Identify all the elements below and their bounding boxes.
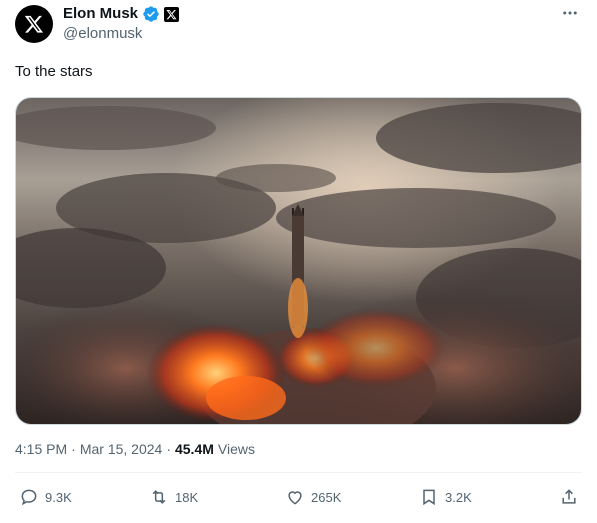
heart-icon xyxy=(288,491,302,505)
repost-icon xyxy=(152,490,166,504)
avatar[interactable] xyxy=(15,5,53,43)
post-time[interactable]: 4:15 PM xyxy=(15,441,67,457)
rocket-launch-photo xyxy=(16,98,581,424)
tweet-card: Elon Musk @elonmusk To the stars 4:15 PM… xyxy=(0,0,597,523)
reply-count: 9.3K xyxy=(45,489,72,505)
action-bar: 9.3K 18K 265K 3.2K xyxy=(15,487,579,511)
views-label: Views xyxy=(217,441,255,457)
tweet-media-image[interactable] xyxy=(15,97,582,425)
x-logo-icon xyxy=(24,15,44,33)
meta-separator: · xyxy=(71,441,76,457)
repost-count: 18K xyxy=(175,489,199,505)
tweet-text: To the stars xyxy=(15,63,93,80)
divider xyxy=(15,472,582,473)
post-date[interactable]: Mar 15, 2024 xyxy=(80,441,163,457)
repost-button[interactable]: 18K xyxy=(149,487,198,507)
bookmark-icon xyxy=(423,489,435,506)
meta-separator: · xyxy=(166,441,171,457)
user-handle[interactable]: @elonmusk xyxy=(63,25,142,42)
share-button[interactable] xyxy=(559,487,579,507)
reply-icon xyxy=(21,489,37,506)
views-count[interactable]: 45.4M xyxy=(175,441,214,457)
display-name[interactable]: Elon Musk xyxy=(63,5,138,23)
affiliate-x-badge-icon[interactable] xyxy=(164,6,180,22)
more-options-icon[interactable] xyxy=(561,4,579,27)
bookmark-button[interactable]: 3.2K xyxy=(419,487,472,507)
like-count: 265K xyxy=(311,489,342,505)
bookmark-count: 3.2K xyxy=(445,489,472,505)
share-icon xyxy=(562,489,576,504)
verified-badge-icon xyxy=(143,6,159,22)
name-row: Elon Musk xyxy=(63,5,180,23)
tweet-meta: 4:15 PM · Mar 15, 2024 · 45.4M Views xyxy=(15,441,255,457)
like-button[interactable]: 265K xyxy=(285,487,341,507)
reply-button[interactable]: 9.3K xyxy=(19,487,72,507)
